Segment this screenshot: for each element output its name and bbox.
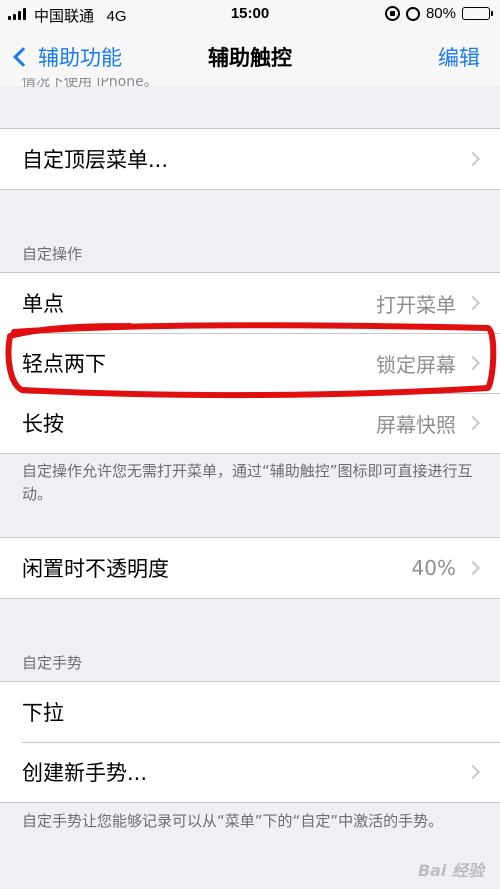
custom-gestures-header: 自定手势 xyxy=(22,654,83,672)
back-button[interactable]: 辅助功能 xyxy=(10,42,122,72)
row-label: 创建新手势... xyxy=(22,761,148,785)
row-label: 闲置时不透明度 xyxy=(22,557,169,581)
chevron-right-icon xyxy=(465,355,481,371)
previous-section-footer-text: 情况下使用 iPhone。 xyxy=(22,78,158,90)
row-label: 单点 xyxy=(22,292,64,316)
row-label: 自定顶层菜单... xyxy=(22,148,169,172)
row-value: 打开菜单 xyxy=(376,292,456,317)
row-value: 屏幕快照 xyxy=(376,412,456,437)
custom-actions-group: 单点 打开菜单 轻点两下 锁定屏幕 长按 屏幕快照 xyxy=(0,272,500,454)
battery-percent: 80% xyxy=(425,5,456,22)
row-value: 40% xyxy=(411,556,456,580)
watermark: Bai 经验 xyxy=(417,861,484,880)
custom-gestures-footer: 自定手势让您能够记录可以从“菜单”下的“自定”中激活的手势。 xyxy=(22,812,444,830)
customize-top-level-menu-row[interactable]: 自定顶层菜单... xyxy=(0,129,500,189)
row-label: 长按 xyxy=(22,412,64,436)
status-indicators: 80% xyxy=(384,5,493,22)
orientation-lock-icon xyxy=(384,6,400,21)
double-tap-row[interactable]: 轻点两下 锁定屏幕 xyxy=(0,333,500,393)
back-button-label: 辅助功能 xyxy=(38,46,122,70)
alarm-icon xyxy=(405,6,420,21)
pull-down-row[interactable]: 下拉 xyxy=(0,682,500,742)
edit-button[interactable]: 编辑 xyxy=(438,42,480,72)
long-press-row[interactable]: 长按 屏幕快照 xyxy=(0,393,500,453)
top-level-menu-group: 自定顶层菜单... xyxy=(0,128,500,190)
row-label: 下拉 xyxy=(22,701,64,725)
custom-gestures-group: 下拉 创建新手势... xyxy=(0,681,500,803)
status-bar: 中国联通 4G 15:00 80% xyxy=(0,0,500,28)
chevron-left-icon xyxy=(13,47,33,67)
previous-section-footer: 情况下使用 iPhone。 xyxy=(22,78,158,90)
row-value: 锁定屏幕 xyxy=(376,352,456,377)
battery-icon xyxy=(462,7,493,20)
row-label: 轻点两下 xyxy=(22,352,106,376)
chevron-right-icon xyxy=(465,560,481,576)
idle-opacity-group: 闲置时不透明度 40% xyxy=(0,537,500,599)
single-tap-row[interactable]: 单点 打开菜单 xyxy=(0,273,500,333)
idle-opacity-row[interactable]: 闲置时不透明度 40% xyxy=(0,538,500,598)
create-new-gesture-row[interactable]: 创建新手势... xyxy=(0,742,500,802)
chevron-right-icon xyxy=(465,415,481,431)
chevron-right-icon xyxy=(465,764,481,780)
chevron-right-icon xyxy=(465,295,481,311)
custom-actions-header: 自定操作 xyxy=(22,245,83,263)
chevron-right-icon xyxy=(465,151,481,167)
custom-actions-footer: 自定操作允许您无需打开菜单，通过“辅助触控”图标即可直接进行互动。 xyxy=(22,462,473,503)
